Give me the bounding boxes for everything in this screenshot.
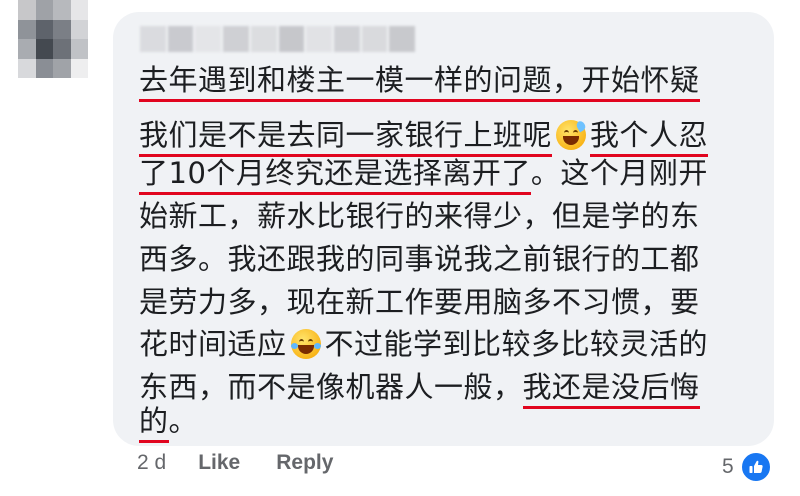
comment-line-4: 始新工，薪水比银行的来得少，但是学的东 — [139, 199, 700, 233]
comment-line-9: 的。 — [139, 401, 199, 443]
comment-text-segment: 。这个月刚开 — [530, 156, 708, 190]
thumbs-up-glyph — [749, 460, 763, 473]
underlined-text: 了10个月终究还是选择离开了 — [139, 156, 531, 195]
face-with-tears-of-joy-icon — [290, 329, 321, 359]
grinning-face-with-sweat-icon — [556, 119, 587, 150]
comment-text-segment: 不过能学到比较多比较灵活的 — [324, 327, 709, 361]
comment-line-3: 了10个月终究还是选择离开了。这个月刚开 — [139, 153, 708, 195]
underlined-text: 我还是没后悔 — [522, 370, 700, 409]
comment-text-segment: 花时间适应 — [139, 327, 287, 361]
reaction-summary[interactable]: 5 — [722, 451, 772, 483]
reply-button[interactable]: Reply — [276, 451, 333, 475]
thumbs-up-icon — [739, 451, 772, 483]
comment-line-7: 花时间适应 不过能学到比较多比较灵活的 — [139, 324, 708, 364]
like-button[interactable]: Like — [198, 451, 240, 475]
underlined-text: 的 — [139, 404, 169, 443]
comment-actions: 2 d Like Reply — [137, 451, 369, 475]
timestamp[interactable]: 2 d — [137, 451, 166, 475]
comment-text-segment: 。 — [168, 404, 199, 438]
comment-line-5: 西多。我还跟我的同事说我之前银行的工都 — [139, 242, 700, 276]
comment-line-6: 是劳力多，现在新工作要用脑多不习惯，要 — [139, 285, 700, 319]
comment-line-2: 我们是不是去同一家银行上班呢 我个人忍 — [139, 115, 709, 157]
reaction-count: 5 — [722, 455, 734, 478]
commenter-name-redacted[interactable] — [140, 26, 416, 52]
underlined-text: 我个人忍 — [590, 118, 709, 157]
underlined-text: 去年遇到和楼主一模一样的问题，开始怀疑 — [139, 63, 700, 102]
comment-line-8: 东西，而不是像机器人一般，我还是没后悔 — [139, 367, 700, 409]
comment-line-1: 去年遇到和楼主一模一样的问题，开始怀疑 — [139, 60, 700, 102]
underlined-text: 我们是不是去同一家银行上班呢 — [139, 118, 553, 157]
comment-text-segment: 东西，而不是像机器人一般， — [139, 370, 523, 404]
avatar-pixelated[interactable] — [18, 0, 88, 78]
